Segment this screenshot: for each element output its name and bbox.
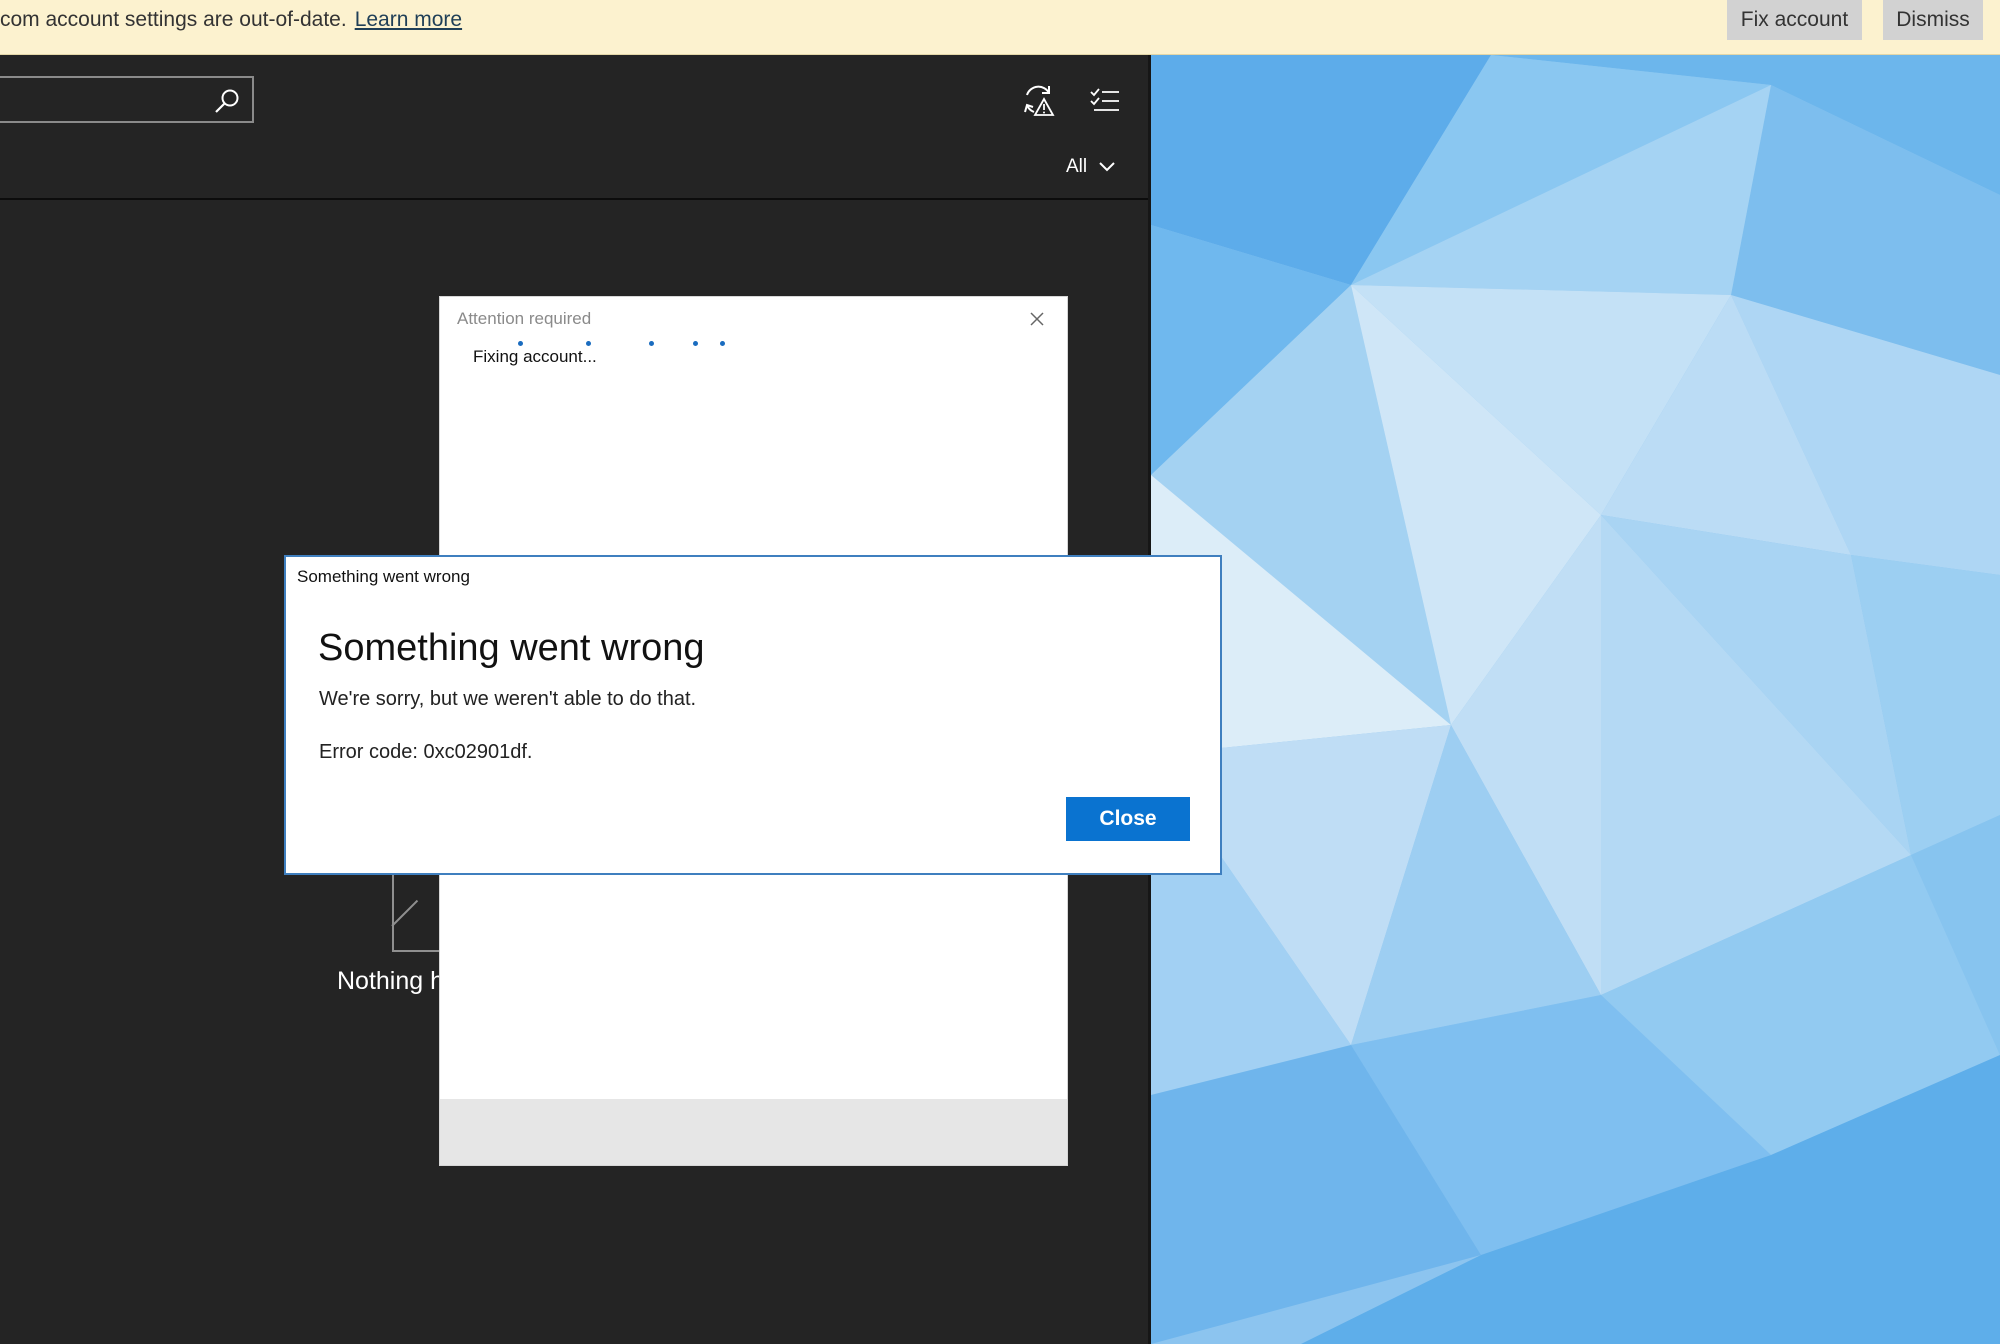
attention-dialog-footer — [440, 1099, 1067, 1165]
error-heading: Something went wrong — [318, 627, 705, 669]
chevron-down-icon — [1099, 162, 1115, 172]
filter-dropdown[interactable]: All — [1066, 156, 1115, 178]
error-message: We're sorry, but we weren't able to do t… — [319, 688, 697, 710]
progress-dot — [518, 341, 523, 346]
progress-dot — [586, 341, 591, 346]
selection-mode-icon[interactable] — [1090, 87, 1120, 115]
notification-text: com account settings are out-of-date. — [0, 8, 347, 31]
attention-status-text: Fixing account... — [473, 347, 597, 366]
filter-label: All — [1066, 156, 1088, 177]
error-dialog-titlebar: Something went wrong — [297, 567, 470, 586]
progress-dot — [693, 341, 698, 346]
progress-dot — [720, 341, 725, 346]
close-icon[interactable] — [1025, 307, 1049, 331]
close-button[interactable]: Close — [1066, 797, 1190, 841]
attention-dialog-title: Attention required — [457, 309, 592, 328]
notification-bar: com account settings are out-of-date. Lea… — [0, 0, 2000, 55]
search-icon[interactable] — [214, 88, 240, 114]
empty-state-text: Nothing h — [337, 967, 445, 995]
fix-account-button[interactable]: Fix account — [1727, 0, 1862, 40]
sync-warning-icon[interactable] — [1022, 83, 1056, 117]
dismiss-button[interactable]: Dismiss — [1883, 0, 1983, 40]
notification-message: com account settings are out-of-date. Lea… — [0, 8, 462, 32]
progress-dot — [649, 341, 654, 346]
search-input[interactable] — [0, 76, 254, 123]
error-dialog: Something went wrong Something went wron… — [284, 555, 1222, 875]
learn-more-link[interactable]: Learn more — [355, 8, 462, 31]
desktop-wallpaper — [1151, 55, 2000, 1344]
error-code: Error code: 0xc02901df. — [319, 741, 533, 763]
toolbar-divider — [0, 198, 1150, 200]
